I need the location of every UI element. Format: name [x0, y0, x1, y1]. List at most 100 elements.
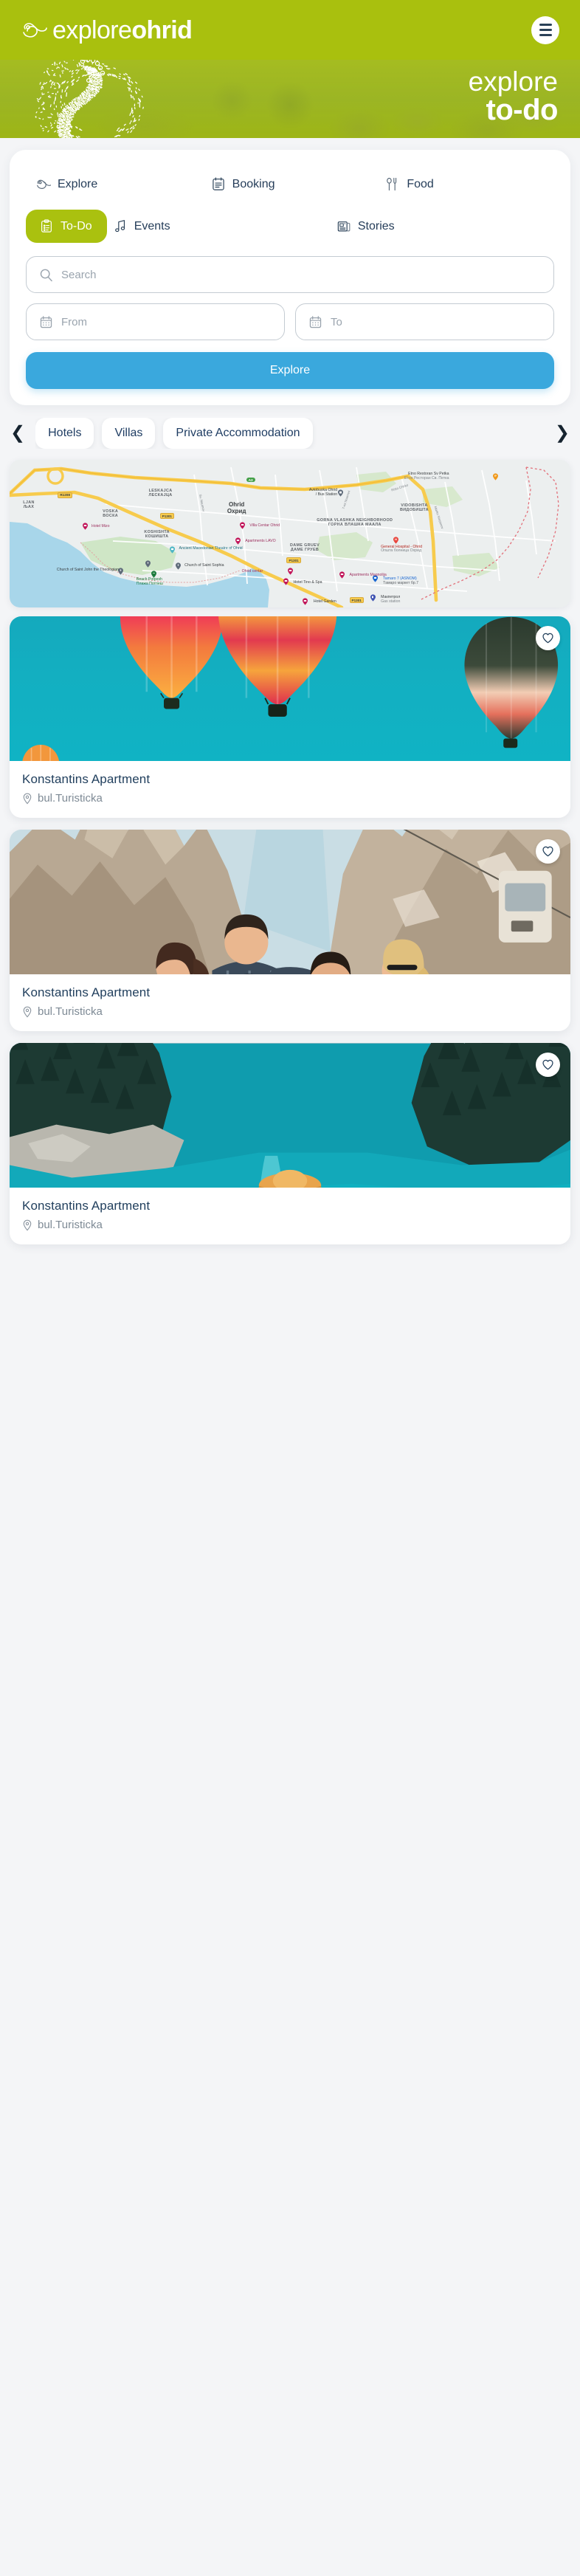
tab-label: Food	[407, 177, 434, 190]
category-chip-carousel: ❮ Hotels Villas Private Accommodation ❯	[0, 405, 580, 460]
date-from-input[interactable]	[61, 315, 272, 328]
chip-list[interactable]: Hotels Villas Private Accommodation	[35, 418, 545, 449]
hikers-in-canyon	[10, 830, 570, 974]
map-pin-etno-restoran-sv-petka[interactable]	[493, 473, 499, 481]
tab-stories[interactable]: Stories	[334, 210, 554, 243]
map-pin-church[interactable]	[145, 560, 151, 568]
chip-private-accommodation[interactable]: Private Accommodation	[163, 418, 313, 449]
tab-to-do[interactable]: To-Do	[26, 210, 107, 243]
tab-events[interactable]: Events	[110, 210, 331, 243]
calendar-icon	[309, 315, 322, 328]
listing-location-text: bul.Turisticka	[38, 1219, 103, 1231]
brand-logo-text: exploreohrid	[52, 16, 193, 44]
listing-card[interactable]: Konstantins Apartment bul.Turisticka	[10, 616, 570, 818]
search-field[interactable]	[26, 256, 554, 293]
hamburger-bar	[539, 24, 552, 26]
heart-icon	[542, 846, 553, 857]
listing-details: Konstantins Apartment bul.Turisticka	[10, 1188, 570, 1244]
map-pin-apartments-magnolija[interactable]	[339, 571, 345, 579]
listing-location-text: bul.Turisticka	[38, 1005, 103, 1018]
map-pin-icon	[23, 1006, 32, 1018]
chip-hotels[interactable]: Hotels	[35, 418, 94, 449]
listing-location-text: bul.Turisticka	[38, 792, 103, 805]
clipboard-calendar-icon	[212, 177, 224, 190]
date-to-input[interactable]	[331, 315, 541, 328]
map-pin-church-of-saint-john[interactable]	[118, 568, 124, 576]
listings-list: Konstantins Apartment bul.Turisticka Kon…	[0, 607, 580, 1261]
listing-location: bul.Turisticka	[22, 792, 558, 805]
map-pin-avtobuska-ohrid[interactable]	[338, 489, 344, 497]
map-pin-tamaro-7[interactable]	[373, 575, 379, 583]
brand-logo-light: explore	[52, 16, 132, 44]
date-range-fields	[26, 303, 554, 340]
tab-explore[interactable]: Explore	[26, 168, 205, 201]
tab-label: Booking	[232, 177, 275, 190]
listing-title: Konstantins Apartment	[22, 772, 151, 786]
hamburger-menu-icon[interactable]	[531, 16, 559, 44]
search-panel: Explore Booking Food To-Do Events Storie…	[10, 150, 570, 405]
favorite-button[interactable]	[536, 1053, 560, 1077]
map-pin-ohrid-centar[interactable]	[287, 568, 293, 575]
explore-submit-button[interactable]: Explore	[26, 352, 554, 389]
map-pin-apartments-lavo[interactable]	[235, 537, 241, 545]
chevron-right-icon[interactable]: ❯	[553, 424, 572, 442]
listing-card[interactable]: Konstantins Apartment bul.Turisticka	[10, 830, 570, 1031]
listing-location: bul.Turisticka	[22, 1219, 558, 1231]
checklist-clipboard-icon	[41, 219, 52, 233]
map-pin-villa-centar-ohrid[interactable]	[239, 521, 245, 529]
category-tabs-row-2: To-Do Events Stories	[26, 210, 554, 243]
map-pin-icon	[23, 1219, 32, 1231]
newspaper-icon	[337, 221, 351, 232]
hero-banner: explore to-do	[0, 60, 580, 138]
map-widget[interactable]: R1208 P1301 P1301 P1301 A3 Ohrid Охрид L…	[10, 460, 570, 607]
listing-location: bul.Turisticka	[22, 1005, 558, 1018]
map-pin-beach-potpesh[interactable]	[151, 570, 156, 578]
search-input[interactable]	[61, 268, 541, 281]
hero-title-light: explore	[468, 66, 558, 97]
map-pin-hotel-mizo[interactable]	[82, 523, 88, 530]
app-header: exploreohrid	[0, 0, 580, 60]
hero-title: explore to-do	[468, 66, 559, 127]
chevron-left-icon[interactable]: ❮	[8, 424, 27, 442]
hamburger-bar	[539, 34, 552, 36]
listing-title: Konstantins Apartment	[22, 1199, 151, 1213]
chip-villas[interactable]: Villas	[102, 418, 156, 449]
brand-logo-bold: ohrid	[131, 16, 193, 44]
listing-image	[10, 830, 570, 974]
favorite-button[interactable]	[536, 839, 560, 864]
tab-label: To-Do	[61, 219, 92, 233]
dotted-peacock-graphic	[35, 60, 144, 138]
map-pin-church-of-saint-sophia[interactable]	[175, 562, 181, 570]
map-canvas	[10, 460, 570, 607]
date-from-field[interactable]	[26, 303, 285, 340]
map-pin-ancient-macedonian-theatre[interactable]	[169, 546, 175, 554]
fork-spoon-icon	[387, 177, 397, 191]
tab-food[interactable]: Food	[382, 168, 554, 201]
search-icon	[40, 269, 52, 281]
listing-details: Konstantins Apartment bul.Turisticka	[10, 761, 570, 818]
map-pin-hotel-garden[interactable]	[302, 598, 308, 605]
category-tabs-row-1: Explore Booking Food	[26, 168, 554, 201]
tab-label: Stories	[357, 219, 395, 233]
music-note-icon	[114, 220, 125, 233]
favorite-button[interactable]	[536, 626, 560, 650]
listing-image	[10, 616, 570, 761]
listing-card[interactable]: Konstantins Apartment bul.Turisticka	[10, 1043, 570, 1244]
map-pin-makpetrol-gas-station[interactable]	[370, 594, 376, 602]
swirl-leaf-icon	[23, 22, 47, 38]
listing-title: Konstantins Apartment	[22, 985, 151, 999]
map-pin-hotel-tino-spa[interactable]	[283, 578, 289, 585]
person-at-turquoise-mountain-lake	[10, 1043, 570, 1188]
tab-booking[interactable]: Booking	[208, 168, 380, 201]
listing-details: Konstantins Apartment bul.Turisticka	[10, 974, 570, 1031]
brand-logo[interactable]: exploreohrid	[22, 16, 193, 44]
date-to-field[interactable]	[295, 303, 554, 340]
hamburger-bar	[539, 29, 552, 31]
heart-icon	[542, 633, 553, 644]
listing-image	[10, 1043, 570, 1188]
map-pin-general-hospital-ohrid[interactable]	[393, 537, 398, 545]
calendar-icon	[40, 315, 52, 328]
tab-label: Events	[134, 219, 170, 233]
map-pin-icon	[23, 793, 32, 805]
hero-title-bold: to-do	[486, 94, 559, 127]
